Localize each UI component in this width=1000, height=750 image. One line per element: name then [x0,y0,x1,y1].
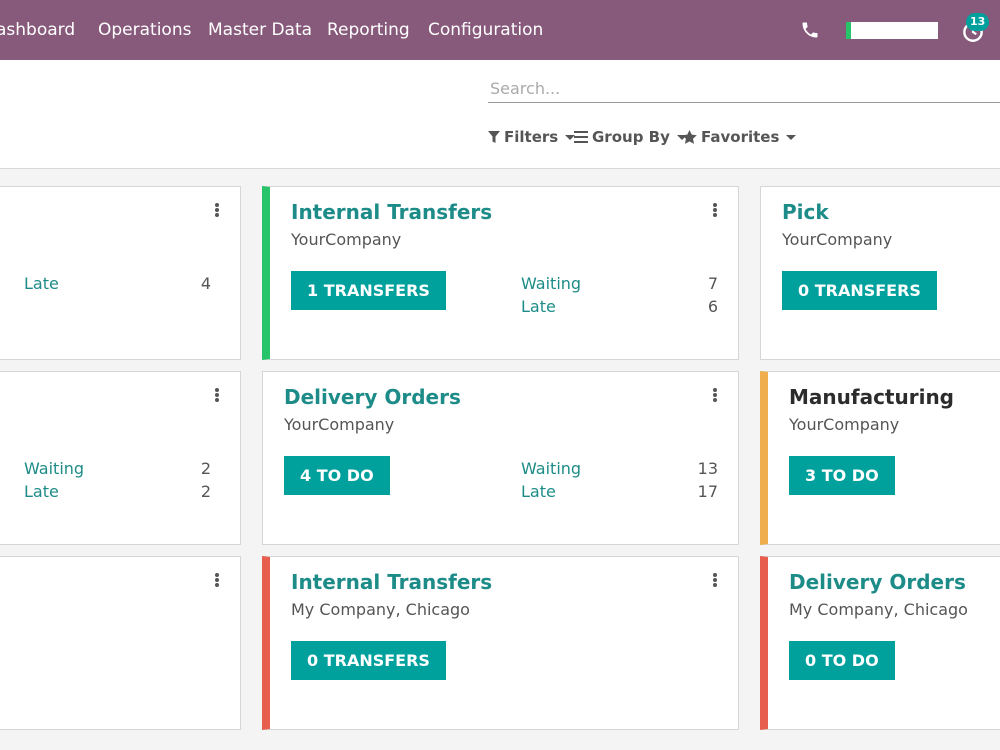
waiting-count: 2 [200,459,211,478]
card-company: My Company, Chicago [789,600,968,619]
operation-card[interactable] [0,556,241,730]
operation-card-internal-transfers-chicago[interactable]: Internal Transfers My Company, Chicago 0… [262,556,739,730]
menu-configuration[interactable]: Configuration [428,20,543,40]
card-menu-icon[interactable] [713,573,717,587]
card-menu-icon[interactable] [215,388,219,402]
card-title[interactable]: Delivery Orders [284,385,461,409]
card-company: My Company, Chicago [291,600,470,619]
todo-button[interactable]: 0 TO DO [789,641,895,680]
operation-card-internal-transfers[interactable]: Internal Transfers YourCompany 1 TRANSFE… [262,186,739,360]
waiting-link[interactable]: Waiting [521,459,581,478]
operation-card-manufacturing[interactable]: Manufacturing YourCompany 3 TO DO [760,371,1000,545]
card-title[interactable]: Pick [782,200,829,224]
star-icon [682,130,697,144]
waiting-link[interactable]: Waiting [24,459,84,478]
card-menu-icon[interactable] [215,203,219,217]
card-title[interactable]: Internal Transfers [291,200,492,224]
late-count: 17 [697,482,718,501]
menu-master-data[interactable]: Master Data [208,20,312,40]
card-company: YourCompany [789,415,900,434]
todo-button[interactable]: 4 TO DO [284,456,390,495]
transfers-button[interactable]: 1 TRANSFERS [291,271,446,310]
operation-card-delivery-orders-chicago[interactable]: Delivery Orders My Company, Chicago 0 TO… [760,556,1000,730]
todo-button[interactable]: 3 TO DO [789,456,895,495]
late-link[interactable]: Late [521,297,556,316]
late-count: 6 [707,297,718,316]
group-by-button[interactable]: Group By [574,128,687,146]
favorites-button[interactable]: Favorites [682,128,797,146]
card-company: YourCompany [284,415,395,434]
phone-icon[interactable] [800,19,820,41]
menu-dashboard[interactable]: ashboard [0,20,75,40]
waiting-count: 13 [697,459,718,478]
menu-reporting[interactable]: Reporting [327,20,410,40]
group-by-label: Group By [592,128,670,146]
favorites-label: Favorites [701,128,780,146]
waiting-count: 7 [707,274,718,293]
status-indicator[interactable] [846,22,938,39]
control-panel: Filters Group By Favorites [0,60,1000,169]
filters-label: Filters [504,128,559,146]
card-menu-icon[interactable] [713,203,717,217]
late-link[interactable]: Late [521,482,556,501]
transfers-button[interactable]: 0 TRANSFERS [291,641,446,680]
late-count: 4 [200,274,211,293]
card-company: YourCompany [782,230,893,249]
card-title[interactable]: Internal Transfers [291,570,492,594]
caret-down-icon [786,134,797,140]
top-navbar: ashboard Operations Master Data Reportin… [0,0,1000,60]
operation-card[interactable]: Late 4 [0,186,241,360]
card-company: YourCompany [291,230,402,249]
filter-icon [488,130,500,143]
filters-button[interactable]: Filters [488,128,576,146]
transfers-button[interactable]: 0 TRANSFERS [782,271,937,310]
late-link[interactable]: Late [24,274,59,293]
late-count: 2 [200,482,211,501]
operation-card-pick[interactable]: Pick YourCompany 0 TRANSFERS [760,186,1000,360]
card-title[interactable]: Manufacturing [789,385,954,409]
card-menu-icon[interactable] [713,388,717,402]
operation-card-delivery-orders[interactable]: Delivery Orders YourCompany 4 TO DO Wait… [262,371,739,545]
operation-card[interactable]: Waiting 2 Late 2 [0,371,241,545]
card-menu-icon[interactable] [215,573,219,587]
search-input[interactable] [488,75,1000,103]
list-icon [574,131,588,143]
late-link[interactable]: Late [24,482,59,501]
activity-count-badge: 13 [966,13,990,31]
menu-operations[interactable]: Operations [98,20,191,40]
card-title[interactable]: Delivery Orders [789,570,966,594]
waiting-link[interactable]: Waiting [521,274,581,293]
